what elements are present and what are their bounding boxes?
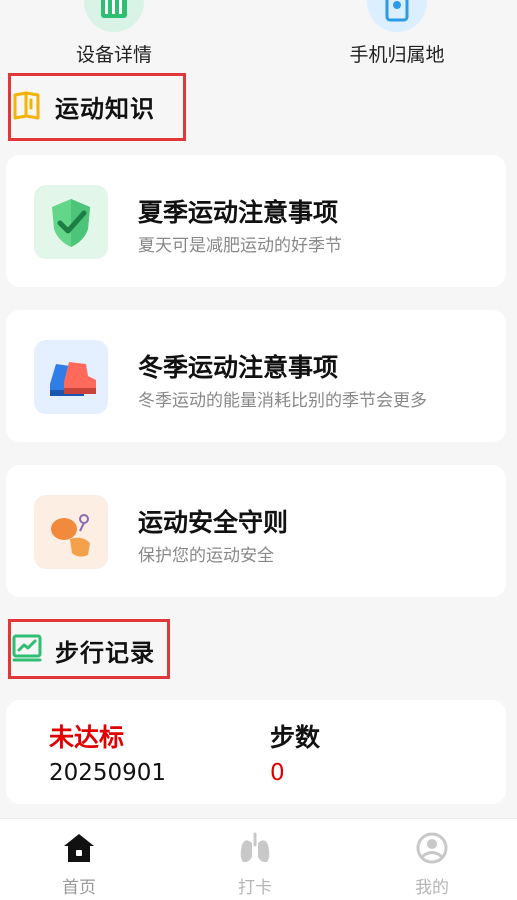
lungs-icon [237,832,273,869]
nav-label: 我的 [415,878,449,898]
shield-check-icon [34,185,108,259]
card-subtitle: 冬季运动的能量消耗比别的季节会更多 [138,391,427,411]
record-date: 20250901 [49,760,167,786]
walk-record-section-header: 步行记录 [8,619,170,679]
tool-label: 手机归属地 [349,44,445,66]
nav-item-checkin[interactable]: 打卡 [210,831,300,898]
device-icon [84,0,144,32]
user-icon [414,832,450,869]
knowledge-card-summer[interactable]: 夏季运动注意事项 夏天可是减肥运动的好季节 [6,155,506,287]
sneakers-icon [34,340,108,414]
home-icon [61,834,97,869]
nav-label: 首页 [62,878,96,898]
tool-label: 设备详情 [75,44,152,66]
card-title: 冬季运动注意事项 [138,353,339,382]
steps-value: 0 [270,760,285,786]
bottom-nav: 首页 打卡 我的 [0,818,517,900]
card-title: 夏季运动注意事项 [138,198,339,227]
book-icon [11,88,45,126]
nav-item-home[interactable]: 首页 [34,831,124,898]
knowledge-section-header: 运动知识 [8,73,186,141]
section-title: 运动知识 [55,95,155,123]
status-label: 未达标 [49,723,125,752]
location-phone-icon [367,0,427,32]
knowledge-card-winter[interactable]: 冬季运动注意事项 冬季运动的能量消耗比别的季节会更多 [6,310,506,442]
walk-record-card[interactable]: 未达标 20250901 步数 0 [6,700,506,804]
knowledge-card-safety[interactable]: 运动安全守则 保护您的运动安全 [6,465,506,597]
gloves-icon [34,495,108,569]
steps-label: 步数 [270,723,321,752]
nav-item-mine[interactable]: 我的 [387,831,477,898]
chart-icon [11,632,45,670]
nav-label: 打卡 [238,878,272,898]
card-subtitle: 夏天可是减肥运动的好季节 [138,236,342,256]
card-subtitle: 保护您的运动安全 [138,546,274,566]
card-title: 运动安全守则 [138,508,289,537]
section-title: 步行记录 [55,639,155,667]
